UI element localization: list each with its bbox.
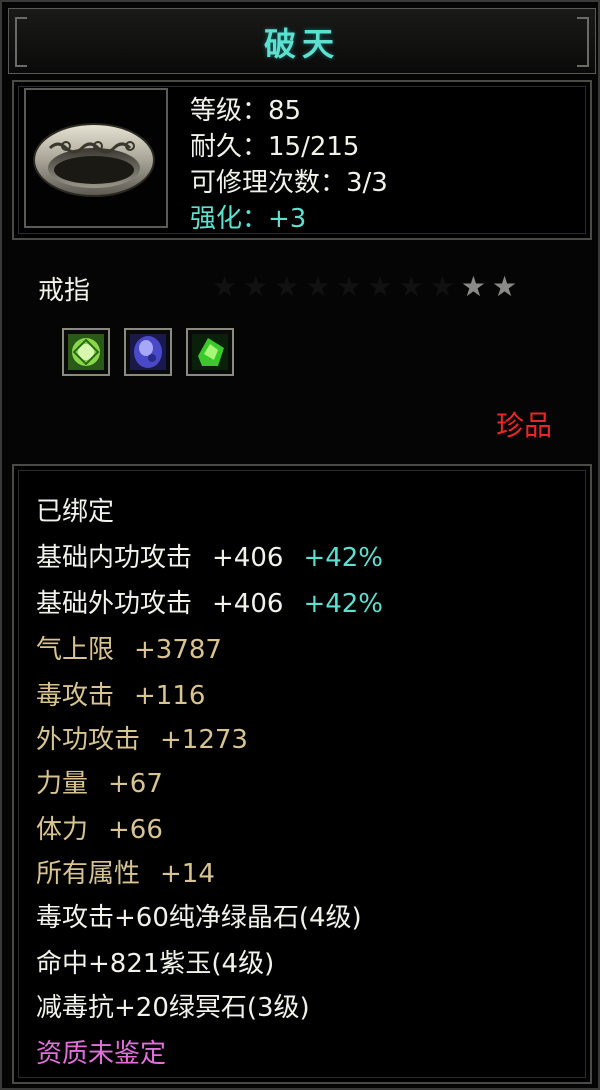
attr-strength: 力量 +67 <box>36 769 163 799</box>
item-icon <box>24 88 168 228</box>
ring-icon <box>33 123 155 197</box>
green-crystal-gem-icon <box>62 328 110 376</box>
item-name: 破天 <box>263 25 340 63</box>
star-icon: ★ <box>398 270 430 303</box>
star-icon: ★ <box>367 270 399 303</box>
star-icon: ★ <box>336 270 368 303</box>
attr-base-inner-attack: 基础内功攻击 +406 +42% <box>36 543 384 573</box>
purple-jade-gem-icon <box>124 328 172 376</box>
quality-status: 资质未鉴定 <box>36 1039 167 1069</box>
star-icon: ★ <box>274 270 306 303</box>
gem-bonus-2: 命中+821紫玉(4级) <box>36 949 275 979</box>
bound-status: 已绑定 <box>36 497 115 527</box>
level-stat: 等级：85 <box>190 96 302 126</box>
attr-stamina: 体力 +66 <box>36 815 163 845</box>
star-rating: ★★★★★★★★★★ <box>212 270 523 303</box>
star-icon: ★ <box>243 270 275 303</box>
durability-stat: 耐久：15/215 <box>190 132 360 162</box>
gem-bonus-3: 减毒抗+20绿冥石(3级) <box>36 993 310 1023</box>
green-dark-stone-gem-icon <box>186 328 234 376</box>
star-icon: ★ <box>491 270 524 303</box>
enhance-stat: 强化：+3 <box>190 204 307 234</box>
attr-qi-max: 气上限 +3787 <box>36 635 222 665</box>
attr-base-outer-attack: 基础外功攻击 +406 +42% <box>36 589 384 619</box>
gem-bonus-1: 毒攻击+60纯净绿晶石(4级) <box>36 903 362 933</box>
rarity-label: 珍品 <box>495 409 552 442</box>
item-tooltip: 破天 等级：85 耐久：15/215 可修理次数：3/3 强化：+3 戒指 ★★… <box>0 0 600 1090</box>
star-icon: ★ <box>212 270 244 303</box>
star-icon: ★ <box>429 270 461 303</box>
star-icon: ★ <box>305 270 337 303</box>
attr-poison-attack: 毒攻击 +116 <box>36 681 206 711</box>
attr-outer-attack: 外功攻击 +1273 <box>36 725 248 755</box>
repair-count-stat: 可修理次数：3/3 <box>190 168 388 198</box>
attr-all-stats: 所有属性 +14 <box>36 859 215 889</box>
item-type: 戒指 <box>38 276 91 306</box>
star-icon: ★ <box>460 270 492 303</box>
title-bar: 破天 <box>8 8 596 74</box>
